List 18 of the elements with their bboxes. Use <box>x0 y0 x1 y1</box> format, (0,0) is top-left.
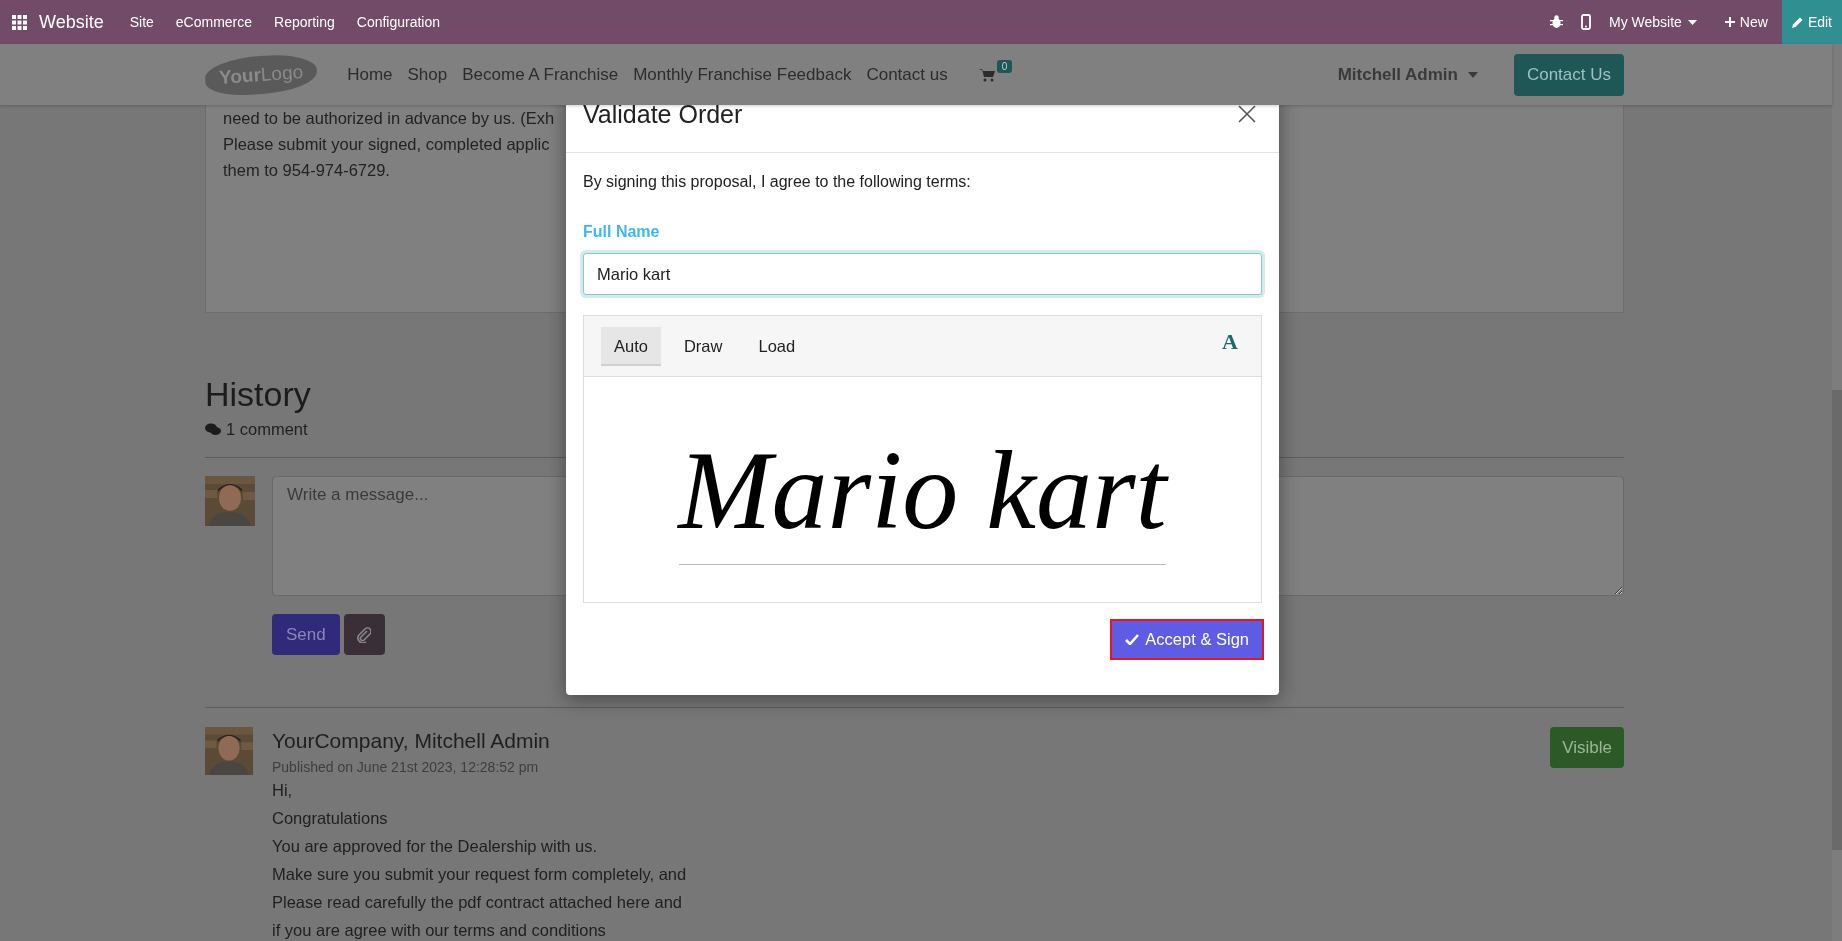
message-date: Published on June 21st 2023, 12:28:52 pm <box>272 759 540 775</box>
dialog-title: Validate Order <box>583 99 743 129</box>
message-text: You are approved for the Dealership with us. <box>272 836 598 857</box>
body-text: Please submit your signed, completed applic <box>223 134 550 155</box>
body-text: need to be authorized in advance by us. (Exh <box>223 108 555 129</box>
body-text: them to 954-974-6729. <box>223 160 390 181</box>
message-text: if you are agree with our terms and conditions <box>272 920 607 941</box>
field-label: Full Name <box>583 223 661 241</box>
section-title: History <box>205 375 312 414</box>
signature: Mario kart <box>678 433 1167 546</box>
message-text: Congratulations <box>272 808 389 829</box>
message-text: Hi, <box>272 780 294 801</box>
message-author: YourCompany, Mitchell Admin <box>272 729 551 753</box>
cart-count-badge: 0 <box>996 59 1013 73</box>
terms-text: By signing this proposal, I agree to the following terms: <box>583 173 972 191</box>
comment-count: 1 comment <box>226 420 308 439</box>
message-text: Make sure you submit your request form completely, and <box>272 864 688 885</box>
message-text: Please read carefully the pdf contract attached here and <box>272 892 683 913</box>
